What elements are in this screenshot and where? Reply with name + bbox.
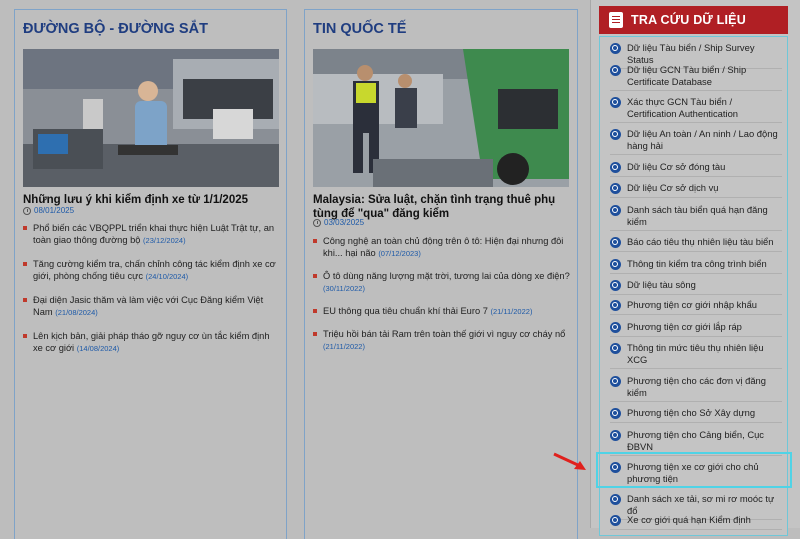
sidebar-item[interactable]: Phương tiện cho Cảng biển, Cục ĐBVN bbox=[610, 429, 782, 456]
sidebar-item[interactable]: Danh sách xe tải, sơ mi rơ moóc tự đổ bbox=[610, 493, 782, 520]
search-icon bbox=[610, 259, 621, 270]
sidebar-item[interactable]: Dữ liệu tàu sông bbox=[610, 279, 782, 295]
hero-image-inspection[interactable] bbox=[23, 49, 279, 187]
sidebar-item[interactable]: Thông tin mức tiêu thụ nhiên liệu XCG bbox=[610, 342, 782, 369]
headline-link[interactable]: Malaysia: Sửa luật, chặn tình trạng thuê… bbox=[313, 193, 571, 221]
sidebar-item-highlighted[interactable]: Phương tiện xe cơ giới cho chủ phương ti… bbox=[610, 461, 782, 488]
headline-date: 03/03/2025 bbox=[313, 218, 364, 227]
search-icon bbox=[610, 205, 621, 216]
search-icon bbox=[610, 129, 621, 140]
list-item[interactable]: Lên kịch bản, giải pháp tháo gỡ nguy cơ … bbox=[23, 330, 281, 355]
search-icon bbox=[610, 322, 621, 333]
search-icon bbox=[610, 343, 621, 354]
list-item[interactable]: Tăng cường kiểm tra, chấn chỉnh công tác… bbox=[23, 258, 281, 283]
list-item[interactable]: Phổ biến các VBQPPL triển khai thực hiện… bbox=[23, 222, 281, 247]
search-icon bbox=[610, 162, 621, 173]
search-icon bbox=[610, 97, 621, 108]
search-icon bbox=[610, 183, 621, 194]
search-icon bbox=[610, 462, 621, 473]
sidebar-item[interactable]: Thông tin kiểm tra công trình biển bbox=[610, 258, 782, 274]
list-item[interactable]: Đại diện Jasic thăm và làm việc với Cục … bbox=[23, 294, 281, 319]
list-item[interactable]: EU thông qua tiêu chuẩn khí thải Euro 7 … bbox=[313, 305, 571, 318]
sidebar-item[interactable]: Dữ liệu Cơ sở dịch vụ bbox=[610, 182, 782, 198]
sidebar-item[interactable]: Phương tiện cơ giới nhập khẩu bbox=[610, 299, 782, 315]
search-icon bbox=[610, 494, 621, 505]
sidebar-title: TRA CỨU DỮ LIỆU bbox=[631, 13, 746, 27]
list-item[interactable]: Ô tô dùng năng lượng mặt trời, tương lai… bbox=[313, 270, 571, 295]
document-search-icon bbox=[609, 12, 623, 28]
sidebar-item[interactable]: Xe cơ giới quá hạn Kiểm định bbox=[610, 514, 782, 530]
news-column-international: TIN QUỐC TẾ Malaysia: Sửa luật, chặn tìn… bbox=[304, 9, 578, 539]
sidebar-item[interactable]: Dữ liệu Tàu biển / Ship Survey Status bbox=[610, 42, 782, 69]
red-arrow-icon bbox=[553, 452, 586, 470]
clock-icon bbox=[23, 206, 31, 215]
search-icon bbox=[610, 300, 621, 311]
sidebar-item[interactable]: Danh sách tàu biển quá hạn đăng kiểm bbox=[610, 204, 782, 231]
search-icon bbox=[610, 280, 621, 291]
search-icon bbox=[610, 515, 621, 526]
sidebar-item[interactable]: Dữ liệu An toàn / An ninh / Lao động hàn… bbox=[610, 128, 782, 155]
sidebar-item[interactable]: Xác thực GCN Tàu biển / Certification Au… bbox=[610, 96, 782, 123]
sidebar-item[interactable]: Dữ liệu GCN Tàu biển / Ship Certificate … bbox=[610, 64, 782, 91]
sidebar-header: TRA CỨU DỮ LIỆU bbox=[599, 6, 788, 34]
sidebar-item[interactable]: Phương tiện cơ giới lắp ráp bbox=[610, 321, 782, 337]
column-title[interactable]: ĐƯỜNG BỘ - ĐƯỜNG SẮT bbox=[23, 21, 208, 37]
search-icon bbox=[610, 65, 621, 76]
data-lookup-sidebar: TRA CỨU DỮ LIỆU Dữ liệu Tàu biển / Ship … bbox=[590, 0, 800, 536]
list-item[interactable]: Công nghệ an toàn chủ động trên ô tô: Hi… bbox=[313, 235, 571, 260]
search-icon bbox=[610, 43, 621, 54]
search-icon bbox=[610, 430, 621, 441]
sidebar-item[interactable]: Phương tiện cho các đơn vị đăng kiểm bbox=[610, 375, 782, 402]
clock-icon bbox=[313, 218, 321, 227]
news-column-road-rail: ĐƯỜNG BỘ - ĐƯỜNG SẮT Những lưu ý khi kiể… bbox=[14, 9, 287, 539]
news-list: Công nghệ an toàn chủ động trên ô tô: Hi… bbox=[313, 235, 571, 353]
sidebar-panel: Dữ liệu Tàu biển / Ship Survey Status Dữ… bbox=[599, 36, 788, 536]
search-icon bbox=[610, 237, 621, 248]
search-icon bbox=[610, 408, 621, 419]
sidebar-item[interactable]: Phương tiện cho Sở Xây dựng bbox=[610, 407, 782, 423]
list-item[interactable]: Triệu hồi bán tải Ram trên toàn thế giới… bbox=[313, 328, 571, 353]
search-icon bbox=[610, 376, 621, 387]
sidebar-item[interactable]: Dữ liệu Cơ sở đóng tàu bbox=[610, 161, 782, 177]
headline-date: 08/01/2025 bbox=[23, 206, 74, 215]
news-list: Phổ biến các VBQPPL triển khai thực hiện… bbox=[23, 222, 281, 355]
headline-link[interactable]: Những lưu ý khi kiểm định xe từ 1/1/2025 bbox=[23, 193, 278, 207]
hero-image-malaysia[interactable] bbox=[313, 49, 569, 187]
column-title[interactable]: TIN QUỐC TẾ bbox=[313, 21, 406, 37]
sidebar-item[interactable]: Báo cáo tiêu thụ nhiên liệu tàu biển bbox=[610, 236, 782, 252]
